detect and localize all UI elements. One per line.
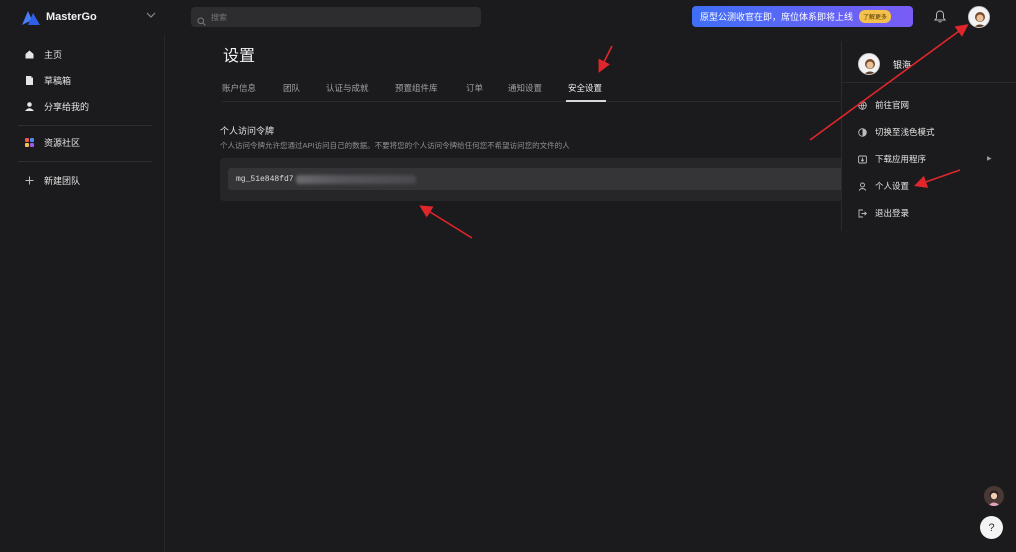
sidebar-item-label: 主页 <box>44 50 63 60</box>
promo-banner[interactable]: 原型公测收官在即，席位体系即将上线 了解更多 <box>692 6 913 27</box>
sidebar-item-label: 草稿箱 <box>44 76 72 86</box>
settings-main: 设置 账户信息 团队 认证与成就 预置组件库 订单 通知设置 安全设置 个人访问… <box>165 34 845 552</box>
tab-account-info[interactable]: 账户信息 <box>222 82 256 94</box>
menu-item-label: 个人设置 <box>875 181 910 191</box>
search-input[interactable] <box>211 12 461 22</box>
tabs-divider <box>222 101 845 102</box>
app-name: MasterGo <box>46 11 97 23</box>
mastergo-logo-icon <box>22 9 40 25</box>
community-icon <box>24 137 35 148</box>
plus-icon <box>24 175 35 186</box>
tab-security[interactable]: 安全设置 <box>568 82 602 94</box>
workspace-switcher[interactable]: MasterGo <box>22 9 97 25</box>
bell-icon[interactable] <box>934 10 946 23</box>
tab-preset-library[interactable]: 预置组件库 <box>395 82 438 94</box>
home-icon <box>24 49 35 60</box>
user-icon <box>24 101 35 112</box>
sidebar-item-label: 分享给我的 <box>44 102 90 112</box>
download-icon <box>858 155 867 164</box>
sidebar-item-home[interactable]: 主页 <box>24 48 62 61</box>
search-icon <box>197 13 206 26</box>
globe-icon <box>858 100 867 110</box>
sidebar-divider <box>18 161 152 162</box>
logout-icon <box>858 209 867 218</box>
tab-notifications[interactable]: 通知设置 <box>508 82 542 94</box>
contrast-icon <box>858 127 867 137</box>
help-label: ? <box>988 521 995 534</box>
token-field[interactable]: mg_51e848fd7 <box>228 168 845 190</box>
menu-item-personal-settings[interactable]: 个人设置 <box>858 180 909 192</box>
menu-item-download-app[interactable]: 下载应用程序 <box>858 153 926 165</box>
sidebar-item-shared[interactable]: 分享给我的 <box>24 100 89 113</box>
chevron-right-icon: ▶ <box>987 156 992 162</box>
sidebar-item-drafts[interactable]: 草稿箱 <box>24 74 71 87</box>
search-bar[interactable] <box>191 7 481 27</box>
menu-item-light-mode[interactable]: 切换至浅色模式 <box>858 126 935 138</box>
help-button[interactable]: ? <box>980 516 1003 539</box>
user-menu-header: 银海 <box>858 53 911 75</box>
sidebar-item-label: 资源社区 <box>44 138 81 148</box>
token-panel: mg_51e848fd7 <box>220 158 845 201</box>
token-section-description: 个人访问令牌允许您通过API访问自己的数据。不要将您的个人访问令牌给任何您不希望… <box>220 141 570 150</box>
token-section-title: 个人访问令牌 <box>220 126 275 136</box>
promo-learn-more-button[interactable]: 了解更多 <box>859 10 892 23</box>
person-icon <box>858 182 867 191</box>
sidebar-item-community[interactable]: 资源社区 <box>24 136 80 149</box>
avatar[interactable] <box>968 6 990 28</box>
menu-item-official-site[interactable]: 前往官网 <box>858 99 909 111</box>
menu-divider <box>842 82 1016 83</box>
menu-item-label: 退出登录 <box>875 208 910 218</box>
sidebar: 主页 草稿箱 分享给我的 资源社区 新建团队 <box>0 34 165 552</box>
chevron-down-icon[interactable] <box>146 10 156 21</box>
menu-item-logout[interactable]: 退出登录 <box>858 207 909 219</box>
menu-item-label: 下载应用程序 <box>875 154 927 164</box>
tab-certification[interactable]: 认证与成就 <box>326 82 369 94</box>
token-redacted <box>295 174 416 184</box>
tab-orders[interactable]: 订单 <box>466 82 483 94</box>
avatar <box>858 53 880 75</box>
draft-icon <box>24 75 35 86</box>
top-bar: MasterGo 原型公测收官在即，席位体系即将上线 了解更多 <box>0 0 1016 34</box>
assistant-avatar[interactable] <box>984 486 1004 506</box>
page-title: 设置 <box>223 48 256 65</box>
active-tab-indicator <box>566 100 606 102</box>
menu-item-label: 切换至浅色模式 <box>875 127 935 137</box>
token-value: mg_51e848fd7 <box>236 174 294 184</box>
promo-text: 原型公测收官在即，席位体系即将上线 <box>700 12 854 22</box>
sidebar-divider <box>18 125 152 126</box>
tab-team[interactable]: 团队 <box>283 82 300 94</box>
user-menu: 银海 前往官网 切换至浅色模式 下载应用程序 ▶ 个人设置 退出登录 <box>841 41 1016 231</box>
sidebar-item-new-team[interactable]: 新建团队 <box>24 174 80 187</box>
user-name: 银海 <box>893 59 912 70</box>
sidebar-item-label: 新建团队 <box>44 176 81 186</box>
menu-item-label: 前往官网 <box>875 100 910 110</box>
